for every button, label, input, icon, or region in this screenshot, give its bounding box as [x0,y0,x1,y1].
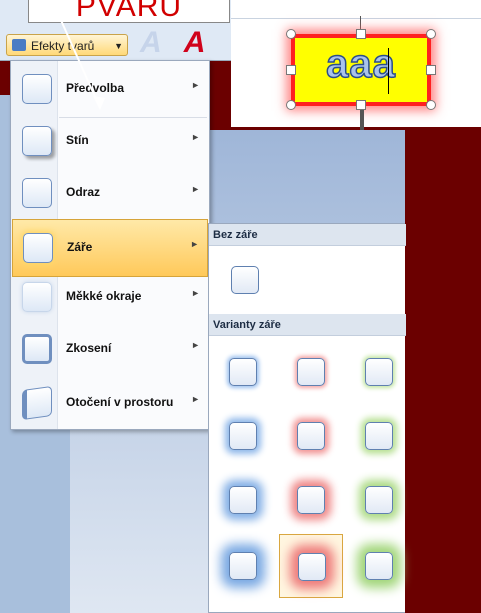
menu-item-shadow[interactable]: Stín ► [12,113,208,171]
chevron-right-icon: ► [190,239,199,249]
menu-item-label: Záře [67,240,93,254]
shadow-icon [22,126,52,156]
menu-item-label: Měkké okraje [66,289,142,303]
glow-option-green-2[interactable] [349,406,409,466]
resize-handle[interactable] [356,100,366,110]
shape-effects-label: Efekty tvarů [31,39,95,53]
menu-item-label: Předvolba [66,81,125,95]
shape-effects-menu: Předvolba ► Stín ► Odraz ► Záře ► Měkké … [10,60,210,430]
menu-item-label: Stín [66,133,89,147]
glow-option-green-1[interactable] [349,342,409,402]
menu-item-soft-edges[interactable]: Měkké okraje ► [12,269,208,327]
chevron-right-icon: ► [191,340,200,350]
chevron-right-icon: ► [191,288,200,298]
resize-handle[interactable] [286,65,296,75]
glow-swatch [229,358,257,386]
glow-swatch [297,486,325,514]
glow-option-blue-2[interactable] [213,406,273,466]
resize-handle[interactable] [426,100,436,110]
glow-swatch [298,553,326,581]
menu-item-reflection[interactable]: Odraz ► [12,165,208,223]
chevron-right-icon: ► [191,184,200,194]
shape-box[interactable]: aaa [291,34,431,106]
chevron-right-icon: ► [191,132,200,142]
rotation-stem [360,16,361,30]
shape-stem [360,110,364,130]
glow-option-red-4[interactable] [279,534,343,598]
menu-item-bevel[interactable]: Zkosení ► [12,321,208,379]
section-header-glow-variants: Varianty záře [209,314,406,336]
shape-effects-button[interactable]: Efekty tvarů ▼ [6,34,128,56]
3d-rotation-icon [22,385,52,421]
glow-swatch [365,552,393,580]
glow-swatch [229,552,257,580]
menu-item-label: Otočení v prostoru [66,395,174,409]
chevron-right-icon: ► [191,394,200,404]
glow-option-green-4[interactable] [349,536,409,596]
shape-text[interactable]: aaa [295,41,427,87]
glow-swatch [229,486,257,514]
glow-submenu: Bez záře Varianty záře [208,223,406,613]
glow-swatch [297,422,325,450]
wordart-styles[interactable]: A A [140,26,232,59]
glow-option-red-1[interactable] [281,342,341,402]
text-cursor [388,48,389,94]
chevron-down-icon: ▼ [114,41,123,51]
selected-shape[interactable]: aaa [285,16,437,130]
resize-handle[interactable] [356,29,366,39]
menu-item-label: Odraz [66,185,101,199]
glow-option-red-3[interactable] [281,470,341,530]
glow-swatch [365,358,393,386]
glow-swatch [365,422,393,450]
resize-handle[interactable] [426,65,436,75]
glow-none-option[interactable] [215,250,275,310]
menu-item-label: Zkosení [66,341,112,355]
guide-line [231,18,481,19]
glow-none-swatch [231,266,259,294]
glow-icon [23,233,53,263]
glow-option-green-3[interactable] [349,470,409,530]
callout-box: PVARU [28,0,230,23]
menu-item-3d-rotation[interactable]: Otočení v prostoru ► [12,375,208,433]
callout-text: PVARU [75,0,183,23]
chevron-right-icon: ► [191,80,200,90]
glow-swatch [229,422,257,450]
section-header-no-glow: Bez záře [209,224,406,246]
preset-icon [22,74,52,104]
shape-preview: aaa [231,0,481,130]
glow-option-blue-4[interactable] [213,536,273,596]
bevel-icon [22,334,52,364]
glow-option-red-2[interactable] [281,406,341,466]
glow-swatch [365,486,393,514]
reflection-icon [22,178,52,208]
soft-edges-icon [22,282,52,312]
resize-handle[interactable] [286,100,296,110]
glow-option-blue-1[interactable] [213,342,273,402]
glow-swatch [297,358,325,386]
shape-effects-icon [12,39,26,51]
menu-item-preset[interactable]: Předvolba ► [12,61,208,119]
resize-handle[interactable] [426,29,436,39]
resize-handle[interactable] [286,29,296,39]
glow-option-blue-3[interactable] [213,470,273,530]
